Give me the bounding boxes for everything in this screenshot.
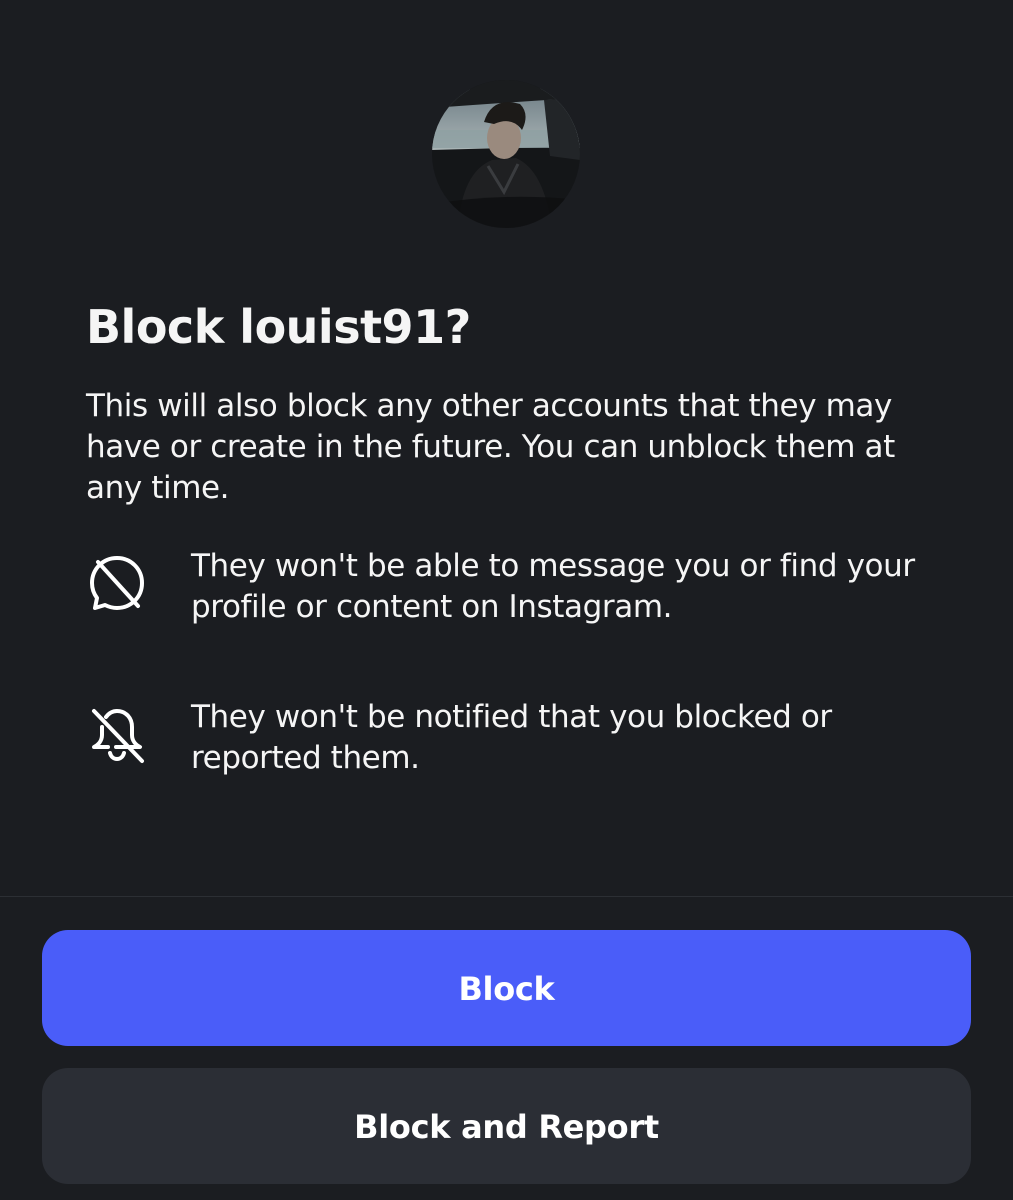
- info-text-notification: They won't be notified that you blocked …: [191, 699, 832, 776]
- profile-avatar: [432, 80, 580, 228]
- block-and-report-button[interactable]: Block and Report: [42, 1068, 971, 1184]
- block-button[interactable]: Block: [42, 930, 971, 1046]
- dialog-description: This will also block any other accounts …: [86, 388, 895, 506]
- info-text-messaging: They won't be able to message you or fin…: [191, 548, 915, 625]
- bell-off-icon: [86, 703, 148, 765]
- dialog-title: Block louist91?: [86, 300, 471, 354]
- divider: [0, 896, 1013, 897]
- message-off-icon: [86, 552, 148, 614]
